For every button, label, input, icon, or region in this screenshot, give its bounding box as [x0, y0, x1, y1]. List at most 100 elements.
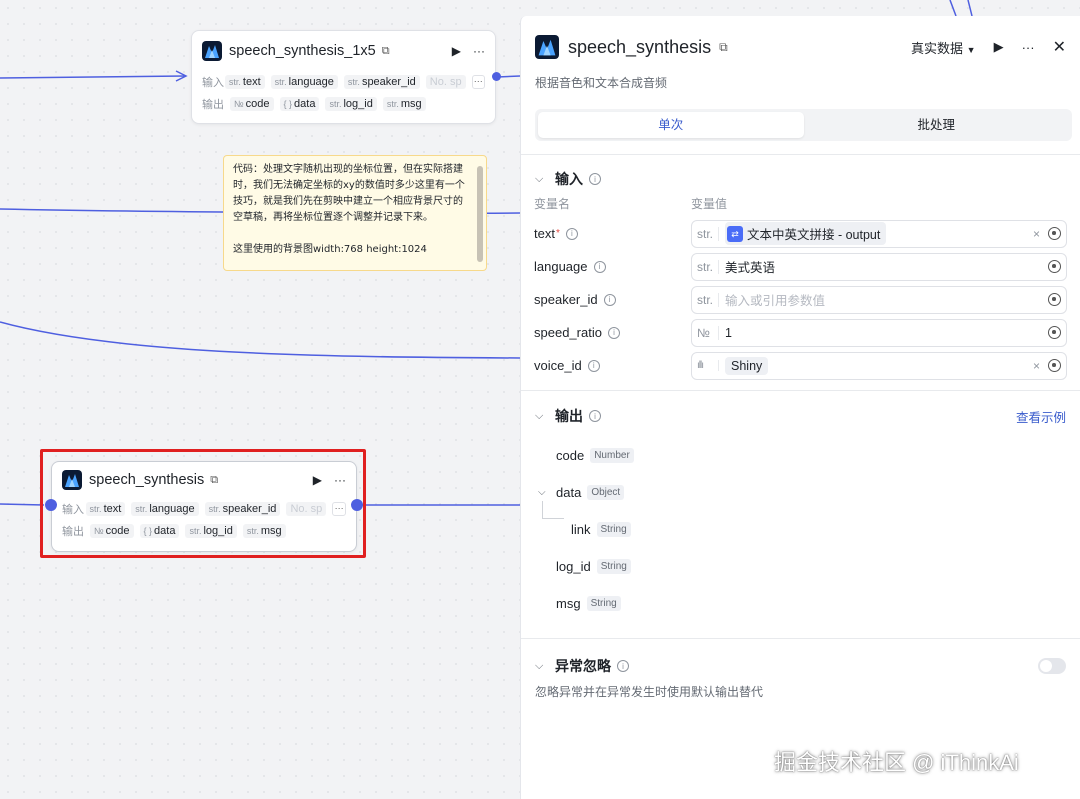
note-line [233, 226, 470, 242]
note-line: 这里使用的背景图width:768 height:1024 [233, 244, 427, 255]
voice-chip[interactable]: Shiny [725, 356, 769, 375]
node-speech-synthesis-1x5[interactable]: speech_synthesis_1x5 ⧉ ▶ ··· 输入 str. text… [191, 30, 496, 124]
info-icon: i [565, 227, 578, 240]
panel-description: 根据音色和文本合成音频 [535, 76, 668, 90]
variable-ref-icon[interactable] [1048, 293, 1061, 306]
variable-ref-icon[interactable] [1048, 227, 1061, 240]
run-icon[interactable]: ▶ [994, 39, 1004, 55]
output-port[interactable] [492, 72, 501, 81]
more-icon[interactable]: ··· [334, 473, 346, 487]
param-row-speaker-id: speaker_id i str. 输入或引用参数值 [521, 283, 1080, 316]
output-tag-code: № code [90, 524, 134, 538]
input-tag-faded: No. sp [425, 75, 466, 89]
info-icon: i [589, 410, 601, 422]
param-row-voice-id: voice_id i ıllı Shiny × [521, 349, 1080, 382]
copy-icon[interactable]: ⧉ [382, 45, 390, 58]
input-tag-language: str. language [131, 502, 199, 516]
more-inputs-button[interactable]: ··· [332, 502, 346, 516]
exception-toggle[interactable] [1038, 658, 1066, 674]
text-value-field[interactable]: str. ⇄ 文本中英文拼接 - output × [691, 219, 1067, 248]
reference-chip[interactable]: ⇄ 文本中英文拼接 - output [725, 222, 887, 245]
tab-single[interactable]: 单次 [538, 112, 804, 138]
chevron-down-icon: ⌵ [535, 172, 544, 185]
variable-ref-icon[interactable] [1048, 359, 1061, 372]
chevron-down-icon: ⌵ [535, 659, 544, 672]
exception-description: 忽略异常并在异常发生时使用默认输出替代 [535, 685, 764, 699]
output-field-log-id: log_id String [556, 548, 1080, 585]
info-icon: i [593, 260, 606, 273]
note-line: 时，我们无法确定坐标的xy的数值时多少这里有一个 [233, 180, 465, 191]
info-icon: i [603, 293, 616, 306]
param-row-language: language i str. 美式英语 [521, 250, 1080, 283]
output-tag-msg: str. msg [382, 97, 426, 111]
clear-icon[interactable]: × [1033, 227, 1040, 241]
language-value-field[interactable]: str. 美式英语 [691, 252, 1067, 281]
output-field-link: link String [542, 501, 1080, 548]
node-output-row: 输出 № code { } data str. log_id str. msg [192, 93, 495, 115]
input-tag-text: str. text [224, 75, 265, 89]
node-speech-synthesis[interactable]: speech_synthesis ⧉ ▶ ··· 输入 str. text str… [51, 461, 357, 552]
tab-batch[interactable]: 批处理 [804, 112, 1070, 138]
input-tag-text: str. text [85, 502, 126, 516]
waveform-icon: ıllı [697, 360, 719, 371]
chevron-down-icon: ⌵ [538, 487, 546, 498]
node-ref-icon: ⇄ [727, 225, 743, 242]
output-tag-log-id: str. log_id [325, 97, 377, 111]
note-line: 技巧，就是我们先在剪映中建立一个相应背景尺寸的 [233, 196, 463, 207]
speech-logo-icon [62, 470, 82, 490]
param-row-text: text * i str. ⇄ 文本中英文拼接 - output × [521, 217, 1080, 250]
info-icon: i [617, 660, 629, 672]
output-tag-data: { } data [279, 97, 320, 111]
variable-ref-icon[interactable] [1048, 326, 1061, 339]
input-port[interactable] [45, 499, 57, 511]
data-source-select[interactable]: 真实数据 ▼ [911, 38, 976, 57]
voice-id-value-field[interactable]: ıllı Shiny × [691, 351, 1067, 380]
panel-title: speech_synthesis [568, 36, 712, 57]
output-port[interactable] [351, 499, 363, 511]
mode-tabs: 单次 批处理 [535, 109, 1072, 141]
more-icon[interactable]: ··· [1022, 40, 1035, 55]
node-title: speech_synthesis_1x5 [229, 43, 376, 59]
run-icon[interactable]: ▶ [313, 473, 322, 487]
info-icon: i [589, 173, 601, 185]
speech-logo-icon [202, 41, 222, 61]
output-section-header[interactable]: ⌵ 输出 i 查看示例 [521, 391, 1080, 441]
node-input-row: 输入 str. text str. language str. speaker_id … [192, 71, 495, 93]
tree-branch [542, 501, 564, 519]
note-scrollbar[interactable] [477, 166, 483, 262]
copy-icon[interactable]: ⧉ [719, 40, 728, 55]
copy-icon[interactable]: ⧉ [210, 474, 218, 487]
info-icon: i [587, 359, 600, 372]
speed-ratio-value-field[interactable]: № 1 [691, 318, 1067, 347]
variable-ref-icon[interactable] [1048, 260, 1061, 273]
info-icon: i [607, 326, 620, 339]
node-title: speech_synthesis [89, 472, 205, 488]
more-inputs-button[interactable]: ··· [471, 75, 485, 89]
caret-down-icon: ▼ [966, 44, 976, 55]
param-column-header: 变量名 变量值 [534, 197, 728, 211]
speaker-id-value-field[interactable]: str. 输入或引用参数值 [691, 285, 1067, 314]
comment-note[interactable]: 代码：处理文字随机出现的坐标位置，但在实际搭建 时，我们无法确定坐标的xy的数值… [223, 155, 487, 271]
note-line: 代码：处理文字随机出现的坐标位置，但在实际搭建 [233, 164, 463, 175]
output-field-code: code Number [556, 437, 1080, 474]
note-line: 空草稿，再将坐标位置逐个调整并记录下来。 [233, 212, 433, 223]
node-config-panel: speech_synthesis ⧉ 真实数据 ▼ ▶ ··· ✕ 根据音色和文… [520, 16, 1080, 799]
input-tag-language: str. language [270, 75, 338, 89]
close-icon[interactable]: ✕ [1053, 37, 1066, 57]
view-example-link[interactable]: 查看示例 [1016, 407, 1066, 426]
input-tag-speaker-id: str. speaker_id [343, 75, 420, 89]
more-icon[interactable]: ··· [473, 44, 485, 58]
run-icon[interactable]: ▶ [452, 44, 461, 58]
param-row-speed-ratio: speed_ratio i № 1 [521, 316, 1080, 349]
output-tree: code Number ⌵ data Object link String log_id… [521, 437, 1080, 622]
input-tag-faded: No. sp [286, 502, 327, 516]
output-tag-code: № code [230, 97, 274, 111]
output-field-data[interactable]: ⌵ data Object [538, 474, 1080, 511]
output-field-msg: msg String [556, 585, 1080, 622]
output-tag-msg: str. msg [242, 524, 286, 538]
input-tag-speaker-id: str. speaker_id [204, 502, 281, 516]
node-output-row: 输出 № code { } data str. log_id str. msg [52, 520, 356, 542]
output-tag-data: { } data [139, 524, 180, 538]
clear-icon[interactable]: × [1033, 359, 1040, 373]
watermark: 掘金技术社区 @ iThinkAi [774, 750, 1019, 775]
